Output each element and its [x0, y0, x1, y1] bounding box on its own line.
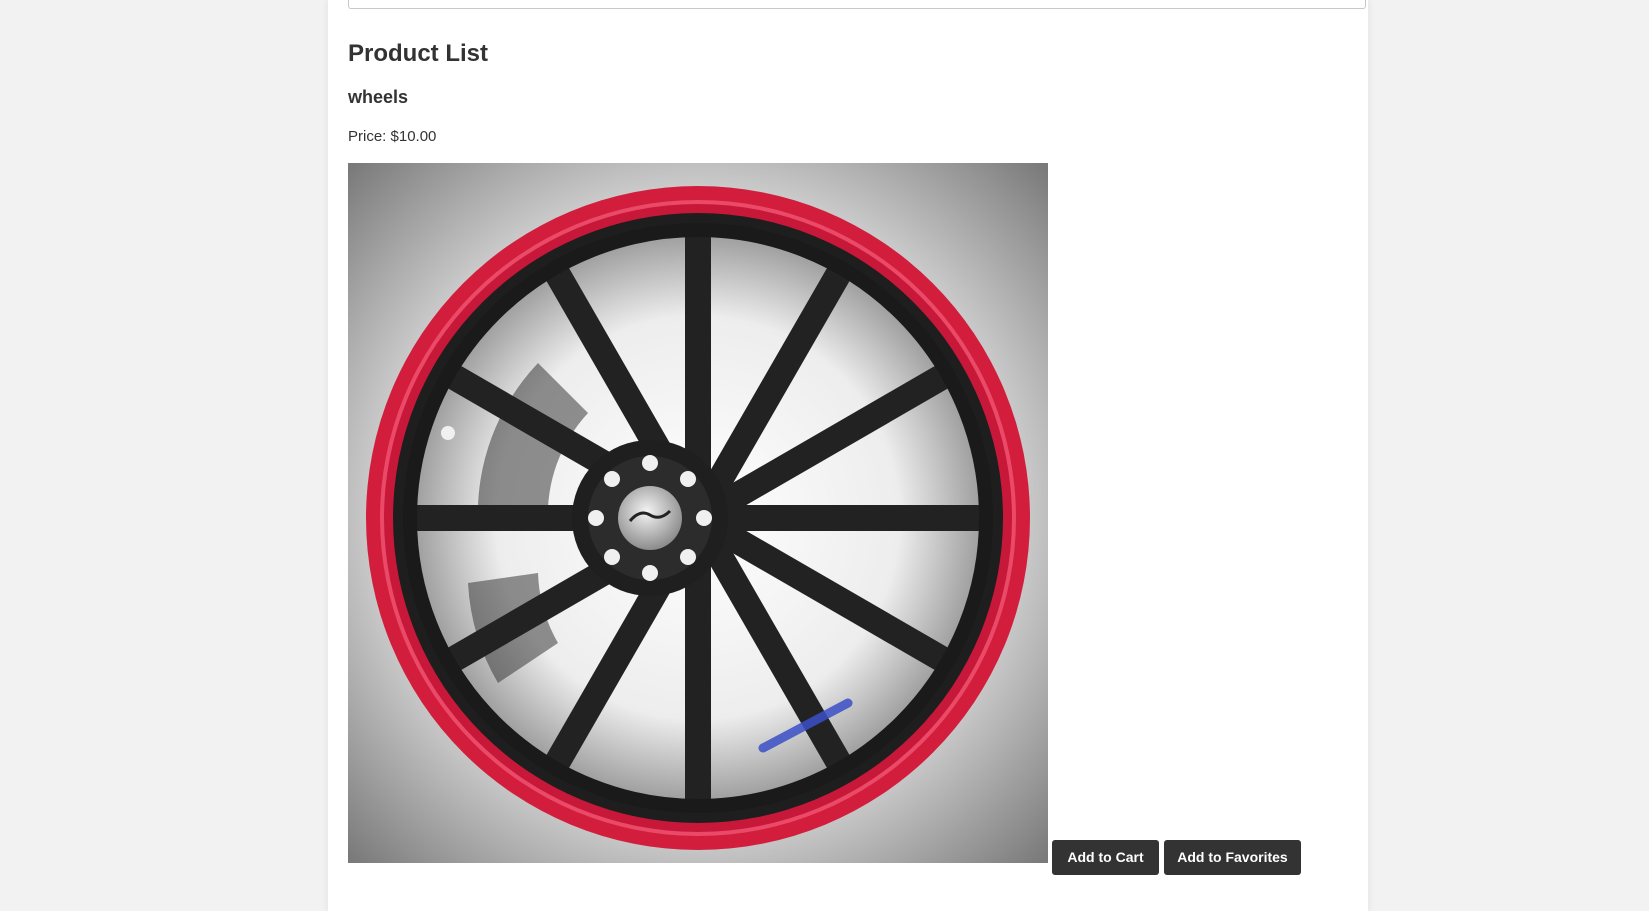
add-to-favorites-button[interactable]: Add to Favorites [1164, 840, 1301, 875]
search-input[interactable] [348, 0, 1366, 9]
add-to-cart-button[interactable]: Add to Cart [1052, 840, 1159, 875]
product-image [348, 163, 1048, 863]
product-price: Price: $10.00 [348, 128, 437, 145]
page-title: Product List [348, 40, 489, 67]
product-name: wheels [348, 87, 409, 107]
page-container: Product List wheels Price: $10.00 Add to… [328, 0, 1368, 911]
